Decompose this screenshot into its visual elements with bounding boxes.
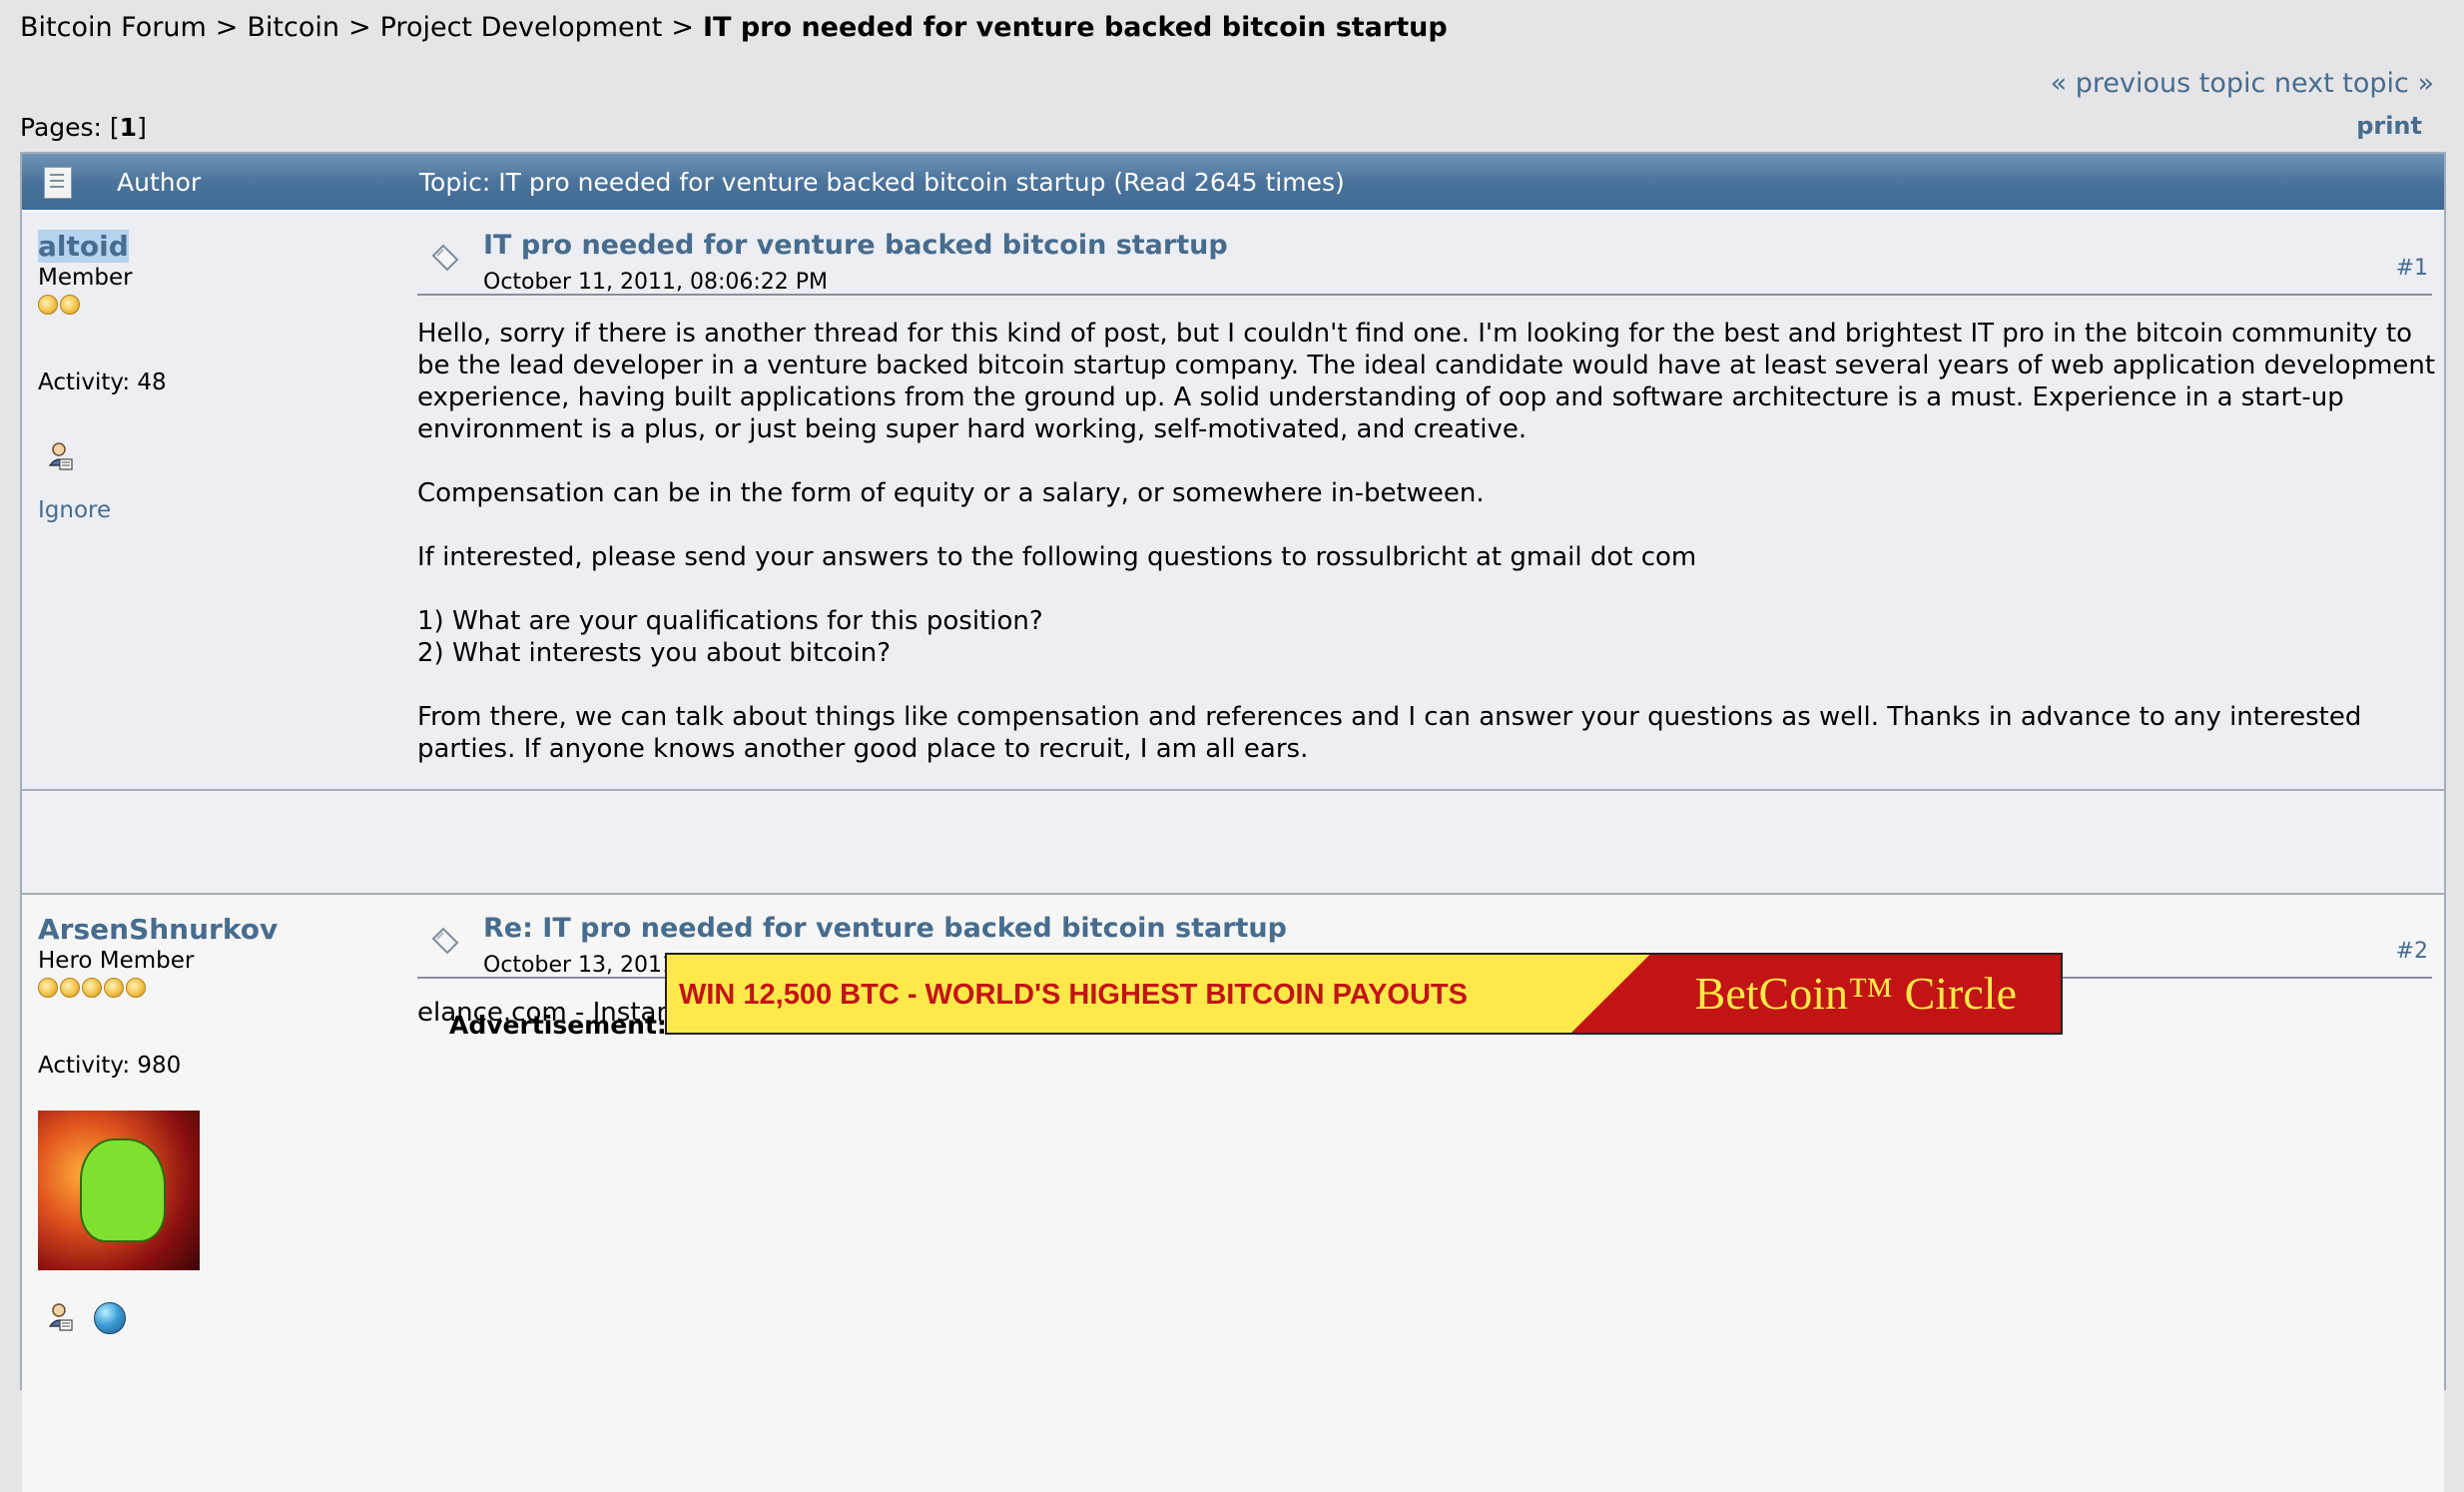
breadcrumb-separator: > <box>671 12 694 43</box>
star-icon <box>38 978 58 998</box>
post-1: altoid Member Activity: 48 Ignore IT pro… <box>22 212 2444 791</box>
avatar <box>38 1111 200 1270</box>
pages-label: Pages: [ <box>20 113 120 142</box>
post-title-link[interactable]: IT pro needed for venture backed bitcoin… <box>483 230 1228 261</box>
rank-stars <box>38 295 397 317</box>
poster-info: ArsenShnurkov Hero Member Activity: 980 <box>38 913 397 1334</box>
poster-name[interactable]: altoid <box>38 230 129 263</box>
post-number-link[interactable]: #2 <box>2396 939 2428 964</box>
prev-next-topic-link[interactable]: « previous topic next topic » <box>2051 68 2434 99</box>
breadcrumb-separator: > <box>215 12 239 43</box>
star-icon <box>126 978 146 998</box>
post-xx-icon <box>431 244 459 272</box>
breadcrumb-item-forum[interactable]: Bitcoin Forum <box>20 12 207 43</box>
post-title-link[interactable]: Re: IT pro needed for venture backed bit… <box>483 913 1287 944</box>
post-paragraph: Compensation can be in the form of equit… <box>417 478 1485 508</box>
post-paragraph: Hello, sorry if there is another thread … <box>417 319 2436 444</box>
advertisement-label: Advertisement: <box>449 1011 667 1040</box>
poster-name-wrap: altoid <box>38 230 397 263</box>
star-icon <box>60 978 80 998</box>
poster-info: altoid Member Activity: 48 Ignore <box>38 230 397 523</box>
post-question-2: 2) What interests you about bitcoin? <box>417 638 892 668</box>
post-date: October 11, 2011, 08:06:22 PM <box>483 270 829 295</box>
advertisement-banner[interactable]: WIN 12,500 BTC - WORLD'S HIGHEST BITCOIN… <box>665 953 2063 1035</box>
breadcrumb-item-bitcoin[interactable]: Bitcoin <box>247 12 339 43</box>
post-number-link[interactable]: #1 <box>2396 256 2428 281</box>
post-body: Hello, sorry if there is another thread … <box>417 318 2436 797</box>
post-header: IT pro needed for venture backed bitcoin… <box>417 230 2432 296</box>
post-paragraph: From there, we can talk about things lik… <box>417 702 2362 764</box>
author-column-label: Author <box>117 168 202 197</box>
pages-close: ] <box>137 113 147 142</box>
poster-rank: Member <box>38 265 133 291</box>
post-question-1: 1) What are your qualifications for this… <box>417 606 1043 636</box>
breadcrumb: Bitcoin Forum > Bitcoin > Project Developmen… <box>20 12 1448 43</box>
post-xx-icon <box>431 927 459 955</box>
breadcrumb-current: IT pro needed for venture backed bitcoin… <box>702 12 1448 43</box>
poster-activity: Activity: 980 <box>38 1053 182 1079</box>
poster-activity: Activity: 48 <box>38 370 167 395</box>
ad-brand-logo: BetCoin™ Circle <box>1694 968 2017 1019</box>
document-icon <box>44 167 72 199</box>
star-icon <box>60 295 80 315</box>
breadcrumb-item-project-development[interactable]: Project Development <box>380 12 663 43</box>
topic-table: Author Topic: IT pro needed for venture … <box>20 152 2446 1492</box>
ad-headline: WIN 12,500 BTC - WORLD'S HIGHEST BITCOIN… <box>679 979 1468 1011</box>
pagination: Pages: [1] <box>20 113 147 142</box>
breadcrumb-separator: > <box>348 12 371 43</box>
poster-rank: Hero Member <box>38 948 195 974</box>
page-number-current[interactable]: 1 <box>120 113 137 142</box>
star-icon <box>82 978 102 998</box>
profile-icon[interactable] <box>48 441 74 471</box>
topic-title-label: Topic: IT pro needed for venture backed … <box>419 168 1345 197</box>
print-link[interactable]: print <box>2356 112 2422 140</box>
star-icon <box>38 295 58 315</box>
avatar-dino-image <box>80 1138 166 1242</box>
website-globe-icon[interactable] <box>94 1302 126 1334</box>
star-icon <box>104 978 124 998</box>
post-paragraph: If interested, please send your answers … <box>417 542 1697 572</box>
topic-header-bar: Author Topic: IT pro needed for venture … <box>22 154 2444 212</box>
profile-icon[interactable] <box>48 1302 74 1332</box>
rank-stars <box>38 978 397 1000</box>
ignore-link[interactable]: Ignore <box>38 497 111 523</box>
poster-name[interactable]: ArsenShnurkov <box>38 913 278 946</box>
